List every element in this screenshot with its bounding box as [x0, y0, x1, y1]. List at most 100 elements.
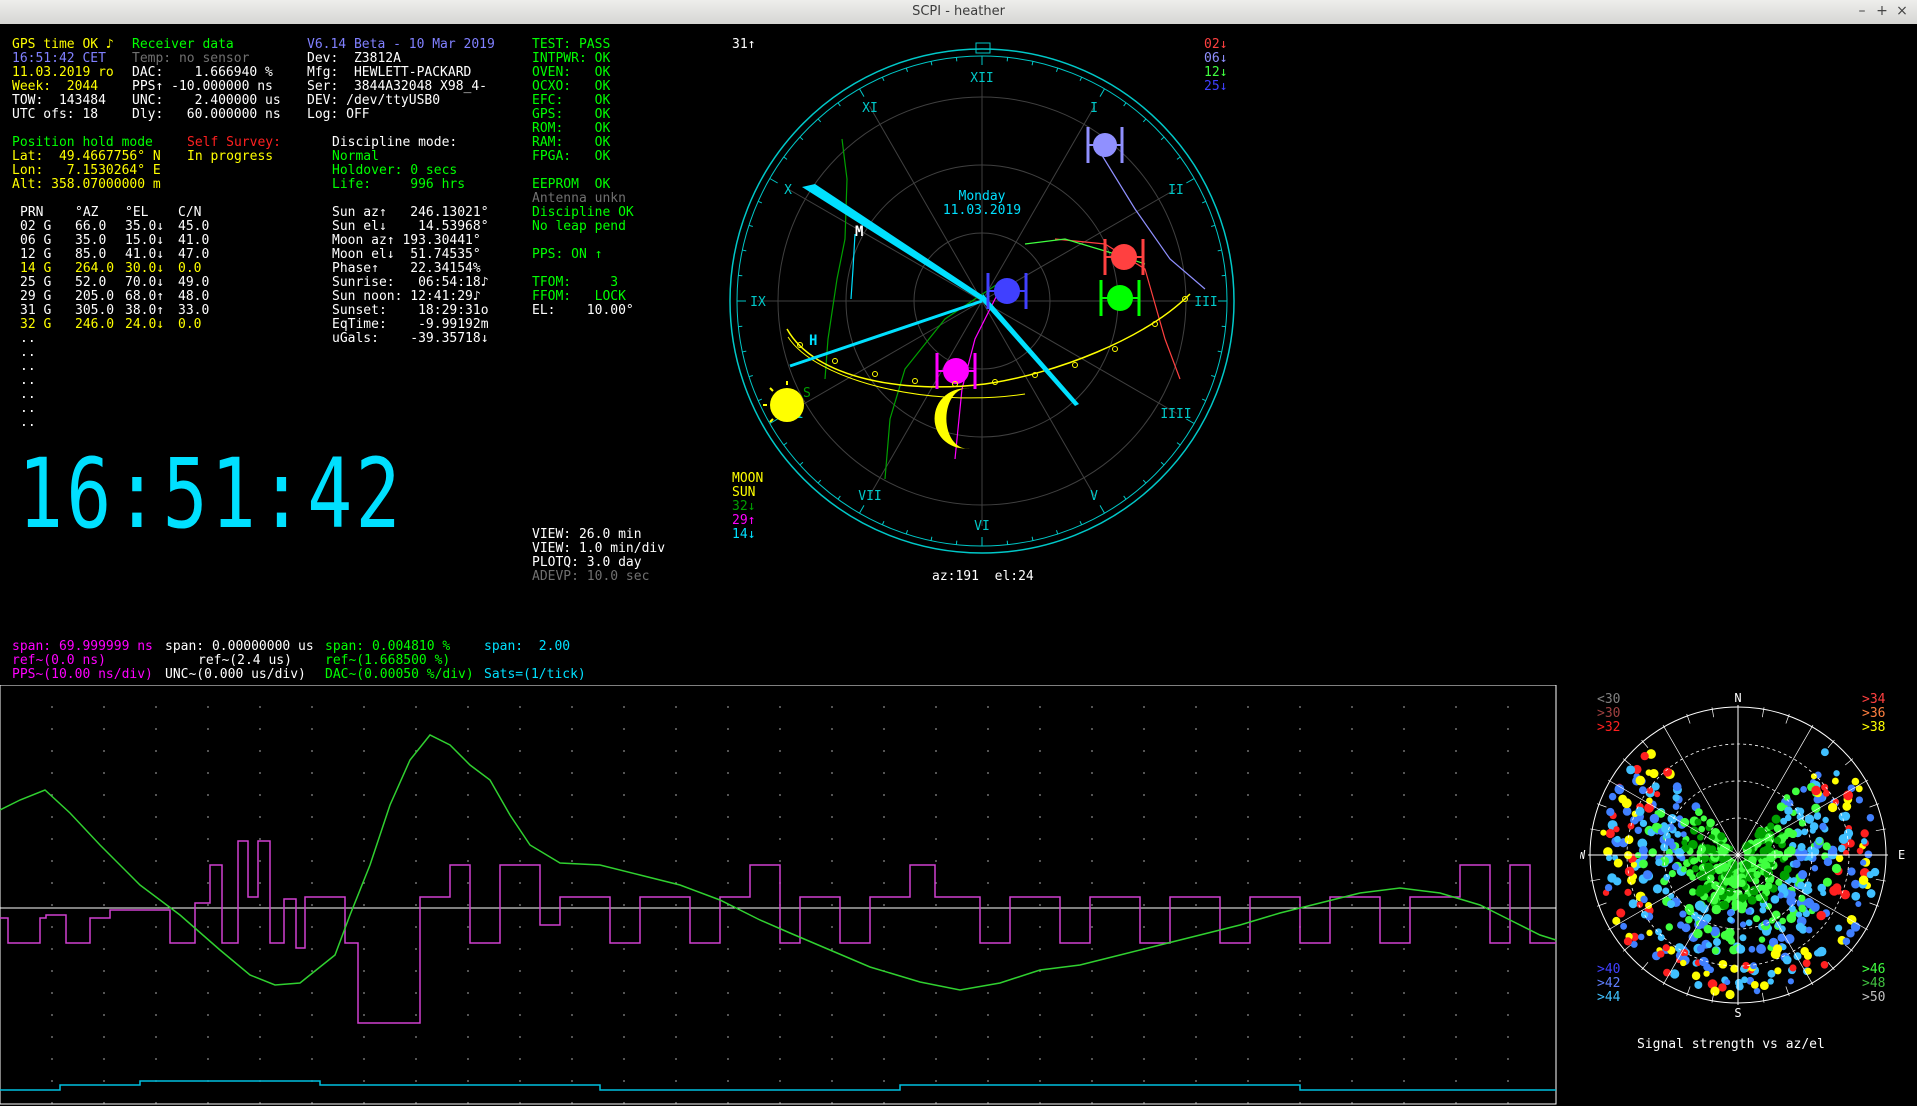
grid-dot	[623, 904, 625, 906]
minute-tick	[783, 442, 788, 446]
signal-sample	[1665, 923, 1673, 931]
grid-dot	[623, 948, 625, 950]
grid-dot	[1403, 1058, 1405, 1060]
grid-dot	[987, 838, 989, 840]
signal-sample	[1628, 899, 1638, 909]
gps-time-status: GPS time OK ♪	[12, 37, 114, 52]
test-item: OVEN: OK	[532, 65, 611, 80]
maximize-button[interactable]: +	[1873, 3, 1891, 19]
timing-plot[interactable]	[0, 685, 1557, 1106]
grid-dot	[103, 926, 105, 928]
grid-dot	[935, 772, 937, 774]
grid-dot	[883, 1036, 885, 1038]
signal-sample	[1759, 884, 1767, 891]
utc-offset: UTC ofs: 18	[12, 107, 99, 122]
grid-dot	[1195, 1080, 1197, 1082]
grid-dot	[259, 860, 261, 862]
signal-sample	[1725, 989, 1735, 1000]
grid-dot	[155, 970, 157, 972]
plot-scale-label[interactable]: PPS~(10.00 ns/div)	[12, 668, 153, 682]
signal-sample	[1622, 807, 1632, 816]
signal-sample	[1613, 877, 1622, 886]
table-cell: 25 G	[20, 275, 52, 290]
signal-legend-item: >40	[1597, 962, 1621, 977]
signal-sample	[1767, 822, 1775, 830]
signal-sample	[1655, 858, 1663, 867]
lady-heather-screen[interactable]: GPS time OK ♪ 16:51:42 CET 11.03.2019 ro…	[0, 24, 1917, 1106]
grid-dot	[207, 794, 209, 796]
signal-sample	[1706, 874, 1715, 883]
version-line: V6.14 Beta - 10 Mar 2019	[307, 37, 495, 52]
table-cell: 14 G	[20, 261, 52, 276]
receiver-data-header: Receiver data	[132, 37, 234, 52]
grid-dot	[571, 992, 573, 994]
corner-satellite: 31↑	[732, 37, 756, 52]
grid-dot	[311, 706, 313, 708]
signal-sample	[1681, 923, 1691, 933]
grid-dot	[883, 838, 885, 840]
grid-dot	[467, 838, 469, 840]
grid-dot	[1455, 750, 1457, 752]
title-bar[interactable]: SCPI - heather – + ×	[0, 0, 1917, 25]
plot-scale-label[interactable]: DAC~(0.00050 %/div)	[325, 668, 474, 682]
grid-dot	[883, 948, 885, 950]
grid-dot	[207, 948, 209, 950]
grid-dot	[363, 948, 365, 950]
grid-dot	[831, 948, 833, 950]
view-scale[interactable]: VIEW: 1.0 min/div	[532, 542, 665, 556]
grid-dot	[571, 838, 573, 840]
plot-scale-label[interactable]: UNC~(0.000 us/div)	[165, 668, 306, 682]
grid-dot	[883, 706, 885, 708]
table-empty-row: ..	[20, 401, 36, 416]
plot-span-label: span: 2.00	[484, 639, 571, 654]
minute-tick	[769, 178, 778, 184]
grid-dot	[1299, 882, 1301, 884]
signal-sample	[1616, 908, 1626, 918]
grid-dot	[363, 1014, 365, 1016]
grid-dot	[259, 1058, 261, 1060]
minimize-button[interactable]: –	[1853, 3, 1871, 19]
antenna-status: Antenna unkn	[532, 191, 626, 206]
grid-dot	[415, 1102, 417, 1104]
signal-sample	[1694, 980, 1703, 989]
view-interval[interactable]: VIEW: 26.0 min	[532, 528, 642, 542]
grid-dot	[831, 970, 833, 972]
position-mode: Position hold mode	[12, 135, 153, 150]
grid-dot	[1403, 1080, 1405, 1082]
grid-dot	[1455, 1080, 1457, 1082]
table-cell: 246.0	[75, 317, 115, 332]
plot-scale-label[interactable]: Sats=(1/tick)	[484, 668, 586, 682]
signal-sample	[1803, 951, 1812, 960]
grid-dot	[1195, 860, 1197, 862]
grid-dot	[103, 838, 105, 840]
signal-sample	[1835, 854, 1844, 863]
signal-sample	[1767, 978, 1774, 985]
grid-dot	[1455, 926, 1457, 928]
minute-tick	[817, 479, 822, 484]
discipline-title: Discipline mode:	[332, 135, 458, 150]
signal-sample	[1739, 921, 1747, 928]
astro-item: Sun az↑ 246.13021°	[332, 205, 489, 220]
minute-tick	[1031, 536, 1034, 541]
sky-clock-map[interactable]: XIIIIIIIIIIIIVVIVIIVIIIIXXXI	[725, 39, 1245, 559]
grid-dot	[1455, 970, 1457, 972]
signal-legend-item: >30	[1597, 706, 1621, 721]
signal-sample	[1791, 787, 1800, 796]
signal-sample	[1777, 933, 1786, 942]
grid-dot	[727, 728, 729, 730]
grid-dot	[1039, 1080, 1041, 1082]
grid-dot	[1299, 728, 1301, 730]
close-button[interactable]: ×	[1893, 3, 1911, 19]
signal-sample	[1703, 970, 1710, 977]
grid-dot	[1351, 816, 1353, 818]
signal-legend-item: >42	[1597, 976, 1621, 991]
latitude: Lat: 49.4667756° N	[12, 149, 161, 164]
signal-sample	[1662, 887, 1670, 895]
grid-dot	[1507, 772, 1509, 774]
signal-sample	[1672, 782, 1682, 791]
big-digital-clock: 16:51:42	[18, 438, 404, 550]
signal-sample	[1753, 871, 1761, 879]
compass-east: E	[1898, 848, 1905, 862]
grid-dot	[155, 794, 157, 796]
signal-sample	[1624, 835, 1634, 845]
